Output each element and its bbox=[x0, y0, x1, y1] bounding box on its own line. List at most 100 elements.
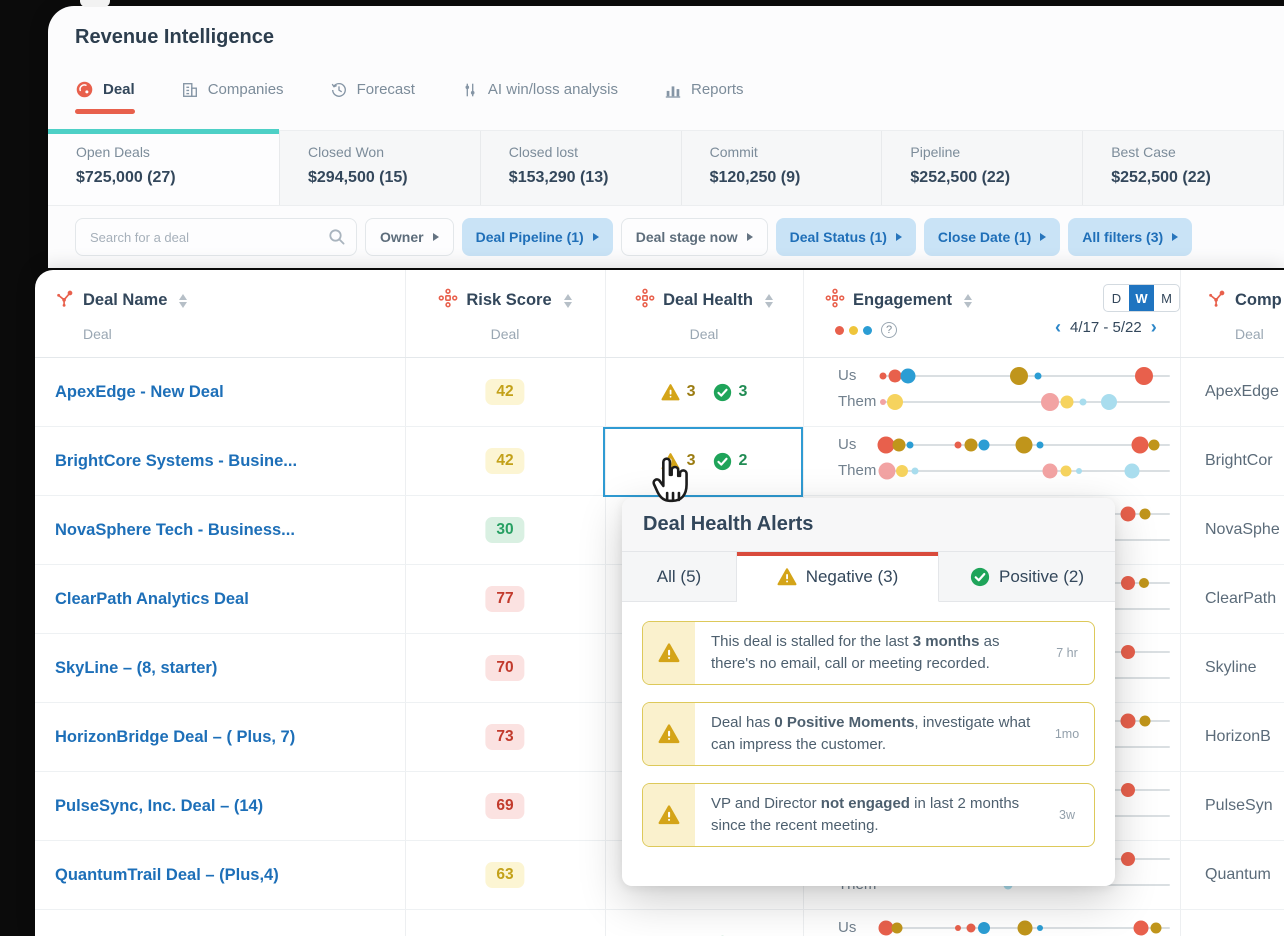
engagement-dot bbox=[955, 442, 962, 449]
filter-chip-deal-pipeline-1-[interactable]: Deal Pipeline (1) bbox=[462, 218, 613, 256]
summary-card-commit[interactable]: Commit $120,250 (9) bbox=[682, 131, 883, 205]
summary-label: Pipeline bbox=[910, 144, 1082, 160]
sort-icon[interactable] bbox=[964, 294, 972, 308]
column-header-deal-name[interactable]: Deal Name bbox=[55, 288, 187, 313]
summary-card-pipeline[interactable]: Pipeline $252,500 (22) bbox=[882, 131, 1083, 205]
engagement-dot bbox=[965, 439, 978, 452]
period-button-m[interactable]: M bbox=[1154, 285, 1179, 311]
engagement-dot bbox=[896, 465, 908, 477]
alert-text: VP and Director not engaged in last 2 mo… bbox=[695, 784, 1040, 846]
popup-tab-negative-3-[interactable]: Negative (3) bbox=[737, 552, 939, 602]
warning-icon bbox=[661, 383, 680, 402]
nav-tab-label: Companies bbox=[208, 81, 284, 98]
summary-card-closed-won[interactable]: Closed Won $294,500 (15) bbox=[280, 131, 481, 205]
date-range-nav: ‹ 4/17 - 5/22 › bbox=[1055, 318, 1157, 336]
ai-winloss-icon bbox=[461, 81, 479, 99]
chip-label: Owner bbox=[380, 229, 424, 245]
risk-score-badge: 77 bbox=[485, 586, 524, 612]
risk-score-badge: 42 bbox=[485, 379, 524, 405]
nav-tab-forecast[interactable]: Forecast bbox=[330, 80, 415, 114]
summary-value: $294,500 (15) bbox=[308, 169, 480, 187]
deal-name-link[interactable]: HorizonBridge Deal – ( Plus, 7) bbox=[55, 703, 400, 771]
selected-cell-outline bbox=[603, 427, 803, 497]
column-header-engagement[interactable]: Engagement bbox=[825, 288, 972, 313]
engagement-dot bbox=[1135, 367, 1153, 385]
engagement-dot bbox=[1015, 437, 1032, 454]
engagement-dot bbox=[1101, 394, 1117, 410]
engagement-dot bbox=[979, 440, 990, 451]
nav-tab-reports[interactable]: Reports bbox=[664, 80, 744, 114]
nav-tab-ai-win-loss-analysis[interactable]: AI win/loss analysis bbox=[461, 80, 618, 114]
engagement-dot bbox=[1061, 396, 1074, 409]
alert-text: This deal is stalled for the last 3 mont… bbox=[695, 622, 1040, 684]
engagement-dot bbox=[1139, 578, 1149, 588]
engagement-dot bbox=[1121, 783, 1135, 797]
filter-chip-deal-stage-now[interactable]: Deal stage now bbox=[621, 218, 768, 256]
deal-name-link[interactable]: ApexEdge - New Deal bbox=[55, 358, 400, 426]
column-header-risk-score[interactable]: Risk Score bbox=[405, 288, 605, 313]
nav-tab-companies[interactable]: Companies bbox=[181, 80, 284, 114]
reports-icon bbox=[664, 81, 682, 99]
chevron-right-icon bbox=[1040, 233, 1046, 241]
popup-tab-all-5-[interactable]: All (5) bbox=[622, 552, 737, 602]
sort-icon[interactable] bbox=[179, 294, 187, 308]
deal-name-link[interactable]: PulseSync, Inc. Deal – (14) bbox=[55, 772, 400, 840]
deal-name-link[interactable]: QuantumTrail Deal – (Plus,4) bbox=[55, 841, 400, 909]
engagement-dot bbox=[1121, 576, 1135, 590]
period-button-w[interactable]: W bbox=[1129, 285, 1154, 311]
sort-icon[interactable] bbox=[564, 294, 572, 308]
summary-card-closed-lost[interactable]: Closed lost $153,290 (13) bbox=[481, 131, 682, 205]
sort-icon[interactable] bbox=[765, 294, 773, 308]
engagement-dot bbox=[880, 399, 886, 405]
engagement-cell: Us Them bbox=[803, 910, 1180, 936]
engagement-dot bbox=[1121, 645, 1135, 659]
negative-count: 3 bbox=[687, 383, 696, 401]
help-icon[interactable]: ? bbox=[881, 322, 897, 338]
chevron-right-icon[interactable]: › bbox=[1151, 318, 1157, 336]
search-input[interactable] bbox=[76, 219, 316, 255]
table-row: ApexEdge - New Deal42 3 3 Us Them ApexEd… bbox=[35, 358, 1284, 427]
nav-tab-deal[interactable]: Deal bbox=[75, 80, 135, 114]
engagement-dot bbox=[1150, 923, 1161, 934]
us-timeline bbox=[880, 375, 1170, 377]
summary-value: $252,500 (22) bbox=[1111, 169, 1283, 187]
column-header-deal-health[interactable]: Deal Health bbox=[605, 288, 803, 313]
deal-name-link[interactable]: BrightCore Systems - Busine... bbox=[55, 427, 400, 495]
deal-name-link[interactable]: ClearPath Analytics Deal bbox=[55, 565, 400, 633]
chip-label: Close Date (1) bbox=[938, 229, 1031, 245]
deal-name-link[interactable] bbox=[55, 910, 400, 936]
summary-card-open-deals[interactable]: Open Deals $725,000 (27) bbox=[48, 131, 280, 205]
filter-chip-close-date-1-[interactable]: Close Date (1) bbox=[924, 218, 1060, 256]
engagement-cell: Us Them bbox=[803, 427, 1180, 495]
filter-chip-owner[interactable]: Owner bbox=[365, 218, 454, 256]
risk-score-badge: 70 bbox=[485, 655, 524, 681]
engagement-dot bbox=[1080, 399, 1087, 406]
date-range-label: 4/17 - 5/22 bbox=[1070, 319, 1142, 336]
custom-object-icon bbox=[438, 288, 458, 313]
popup-tab-positive-2-[interactable]: Positive (2) bbox=[939, 552, 1115, 602]
summary-card-best-case[interactable]: Best Case $252,500 (22) bbox=[1083, 131, 1284, 205]
company-name: Quantum bbox=[1205, 841, 1271, 909]
engagement-dot bbox=[1060, 466, 1071, 477]
engagement-dot bbox=[978, 922, 990, 934]
legend-blue-dot bbox=[863, 326, 872, 335]
engagement-dot bbox=[1042, 464, 1057, 479]
summary-label: Closed Won bbox=[308, 144, 480, 160]
alert-warning-icon bbox=[643, 784, 695, 846]
hubspot-sprocket-icon bbox=[1207, 288, 1227, 313]
deal-health-cell[interactable]: 3 3 bbox=[605, 358, 803, 426]
company-name: BrightCor bbox=[1205, 427, 1273, 495]
period-button-d[interactable]: D bbox=[1104, 285, 1129, 311]
filter-chip-deal-status-1-[interactable]: Deal Status (1) bbox=[776, 218, 916, 256]
deal-health-cell[interactable] bbox=[605, 910, 803, 936]
warning-icon bbox=[658, 723, 680, 745]
chevron-right-icon bbox=[593, 233, 599, 241]
column-header-company[interactable]: Comp bbox=[1207, 288, 1282, 313]
filter-chip-all-filters-3-[interactable]: All filters (3) bbox=[1068, 218, 1192, 256]
chip-label: Deal Pipeline (1) bbox=[476, 229, 584, 245]
company-name: HorizonB bbox=[1205, 703, 1271, 771]
deal-name-link[interactable]: NovaSphere Tech - Business... bbox=[55, 496, 400, 564]
chevron-left-icon[interactable]: ‹ bbox=[1055, 318, 1061, 336]
deal-name-link[interactable]: SkyLine – (8, starter) bbox=[55, 634, 400, 702]
alert-timestamp: 7 hr bbox=[1040, 622, 1094, 684]
